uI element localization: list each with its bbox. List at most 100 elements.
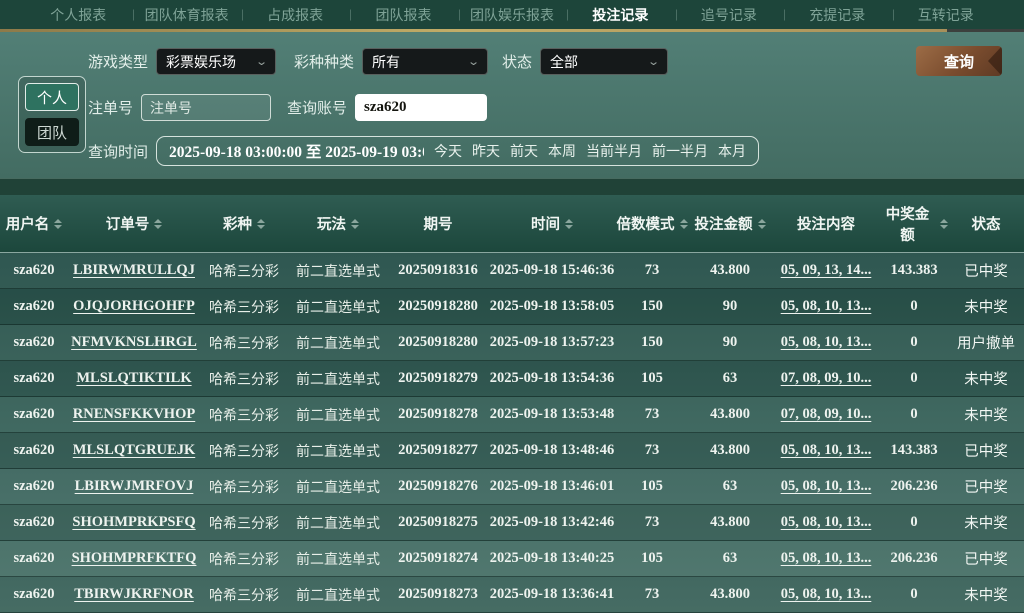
filter-row-inputs: 注单号 查询账号: [88, 94, 488, 121]
table-row: sza620 MLSLQTIKTILK 哈希三分彩 前二直选单式 2025091…: [0, 361, 1024, 397]
scope-toggle: 个人 团队: [18, 76, 86, 153]
column-header[interactable]: 期号: [388, 213, 488, 234]
sort-icon: [565, 218, 573, 229]
status-label: 状态: [502, 54, 533, 71]
cell-status: 已中奖: [964, 552, 1008, 568]
cell-time: 2025-09-18 13:42:46: [489, 514, 615, 530]
quick-range-button[interactable]: 前一半月: [652, 141, 708, 161]
cell-bet-content[interactable]: 07, 08, 09, 10...: [772, 370, 880, 387]
account-input[interactable]: [355, 94, 488, 121]
cell-bet-content[interactable]: 05, 08, 10, 13...: [772, 442, 880, 459]
cell-bet-amount: 63: [722, 478, 738, 494]
column-header[interactable]: 中奖金额: [880, 203, 948, 245]
cell-username: sza620: [13, 514, 55, 530]
bet-no-label: 注单号: [88, 100, 134, 117]
chevron-down-icon: ⌄: [254, 56, 268, 68]
cell-time: 2025-09-18 15:46:36: [489, 262, 615, 278]
cell-order-id[interactable]: SHOHMPRFKTFQ: [68, 550, 200, 567]
query-button[interactable]: 查询: [916, 46, 1002, 76]
cell-bet-content[interactable]: 05, 08, 10, 13...: [772, 478, 880, 495]
cell-order-id[interactable]: TBIRWJKRFNOR: [68, 586, 200, 603]
cell-play: 前二直选单式: [296, 262, 380, 279]
table-row: sza620 LBIRWMRULLQJ 哈希三分彩 前二直选单式 2025091…: [0, 253, 1024, 289]
column-header[interactable]: 玩法: [288, 213, 388, 234]
table-row: sza620 SHOHMPRKPSFQ 哈希三分彩 前二直选单式 2025091…: [0, 505, 1024, 541]
nav-tab[interactable]: 个人报表: [24, 5, 132, 25]
column-header[interactable]: 投注内容: [772, 213, 880, 234]
table-row: sza620 RNENSFKKVHOP 哈希三分彩 前二直选单式 2025091…: [0, 397, 1024, 433]
sort-icon: [679, 218, 688, 229]
column-header-label: 用户名: [5, 217, 50, 233]
nav-tab[interactable]: 团队报表: [349, 5, 457, 25]
column-header[interactable]: 倍数模式: [616, 213, 688, 234]
cell-bet-content[interactable]: 05, 08, 10, 13...: [772, 550, 880, 567]
nav-tab[interactable]: 团队体育报表: [132, 5, 240, 25]
cell-win-amount: 143.383: [890, 442, 938, 458]
column-header[interactable]: 状态: [948, 213, 1024, 234]
nav-tab[interactable]: 投注记录: [566, 5, 674, 25]
column-header[interactable]: 用户名: [0, 213, 68, 234]
time-range-input[interactable]: 2025-09-18 03:00:00 至 2025-09-19 03:00:0…: [169, 140, 424, 162]
cell-bet-content[interactable]: 05, 08, 10, 13...: [772, 298, 880, 315]
status-select[interactable]: 全部 ⌄: [540, 48, 669, 75]
quick-range-button[interactable]: 今天: [434, 141, 462, 161]
column-header[interactable]: 订单号: [68, 213, 200, 234]
cell-bet-content[interactable]: 05, 08, 10, 13...: [772, 586, 880, 603]
lottery-type-select[interactable]: 所有 ⌄: [362, 48, 489, 75]
cell-order-id[interactable]: MLSLQTIKTILK: [68, 370, 200, 387]
quick-range-button[interactable]: 前天: [510, 141, 538, 161]
column-header[interactable]: 时间: [488, 213, 616, 234]
cell-order-id[interactable]: SHOHMPRKPSFQ: [68, 514, 200, 531]
cell-lottery: 哈希三分彩: [209, 370, 279, 387]
table-body: sza620 LBIRWMRULLQJ 哈希三分彩 前二直选单式 2025091…: [0, 253, 1024, 613]
column-header[interactable]: 投注金额: [688, 213, 772, 234]
cell-play: 前二直选单式: [296, 478, 380, 495]
cell-issue: 20250918276: [398, 478, 478, 494]
cell-bet-amount: 63: [722, 550, 738, 566]
quick-range-button[interactable]: 昨天: [472, 141, 500, 161]
table-row: sza620 OJQJORHGOHFP 哈希三分彩 前二直选单式 2025091…: [0, 289, 1024, 325]
cell-bet-content[interactable]: 05, 08, 10, 13...: [772, 514, 880, 531]
cell-order-id[interactable]: OJQJORHGOHFP: [68, 298, 200, 315]
sort-icon: [757, 218, 766, 229]
scope-personal-button[interactable]: 个人: [25, 83, 79, 111]
cell-play: 前二直选单式: [296, 514, 380, 531]
chevron-down-icon: ⌄: [646, 56, 660, 68]
cell-issue: 20250918280: [398, 298, 478, 314]
nav-tab[interactable]: 互转记录: [892, 5, 1000, 25]
cell-order-id[interactable]: LBIRWJMRFOVJ: [68, 478, 200, 495]
cell-bet-content[interactable]: 05, 08, 10, 13...: [772, 334, 880, 351]
lottery-type-value: 所有: [372, 53, 401, 70]
nav-tab[interactable]: 团队娱乐报表: [458, 5, 566, 25]
quick-range-button[interactable]: 本周: [548, 141, 576, 161]
cell-bet-amount: 43.800: [710, 514, 750, 530]
top-nav: 个人报表 团队体育报表 占成报表 团队报表 团队娱乐报表 投注记录 追号记录 充提记录 互转记录: [0, 0, 1024, 29]
table-row: sza620 LBIRWJMRFOVJ 哈希三分彩 前二直选单式 2025091…: [0, 469, 1024, 505]
cell-status: 未中奖: [964, 516, 1008, 532]
cell-bet-content[interactable]: 05, 09, 13, 14...: [772, 262, 880, 279]
cell-order-id[interactable]: RNENSFKKVHOP: [68, 406, 200, 423]
cell-win-amount: 0: [910, 586, 918, 602]
quick-range-button[interactable]: 本月: [718, 141, 746, 161]
cell-bet-content[interactable]: 07, 08, 09, 10...: [772, 406, 880, 423]
cell-order-id[interactable]: LBIRWMRULLQJ: [68, 262, 200, 279]
nav-tab[interactable]: 充提记录: [783, 5, 891, 25]
cell-multiple: 73: [644, 406, 660, 422]
quick-range-button[interactable]: 当前半月: [586, 141, 642, 161]
cell-time: 2025-09-18 13:36:41: [489, 586, 615, 602]
nav-tab[interactable]: 占成报表: [241, 5, 349, 25]
account-label: 查询账号: [287, 100, 348, 117]
cell-order-id[interactable]: MLSLQTGRUEJK: [68, 442, 200, 459]
cell-order-id[interactable]: NFMVKNSLHRGL: [68, 334, 200, 351]
column-header-label: 期号: [423, 217, 453, 233]
column-header-label: 投注内容: [797, 217, 855, 233]
column-header-label: 倍数模式: [616, 217, 675, 233]
cell-multiple: 73: [644, 586, 660, 602]
cell-bet-amount: 43.800: [710, 586, 750, 602]
bet-no-input[interactable]: [141, 94, 272, 121]
scope-team-button[interactable]: 团队: [25, 118, 79, 146]
cell-bet-amount: 43.800: [710, 442, 750, 458]
nav-tab[interactable]: 追号记录: [675, 5, 783, 25]
column-header[interactable]: 彩种: [200, 213, 288, 234]
game-type-select[interactable]: 彩票娱乐场 ⌄: [156, 48, 277, 75]
